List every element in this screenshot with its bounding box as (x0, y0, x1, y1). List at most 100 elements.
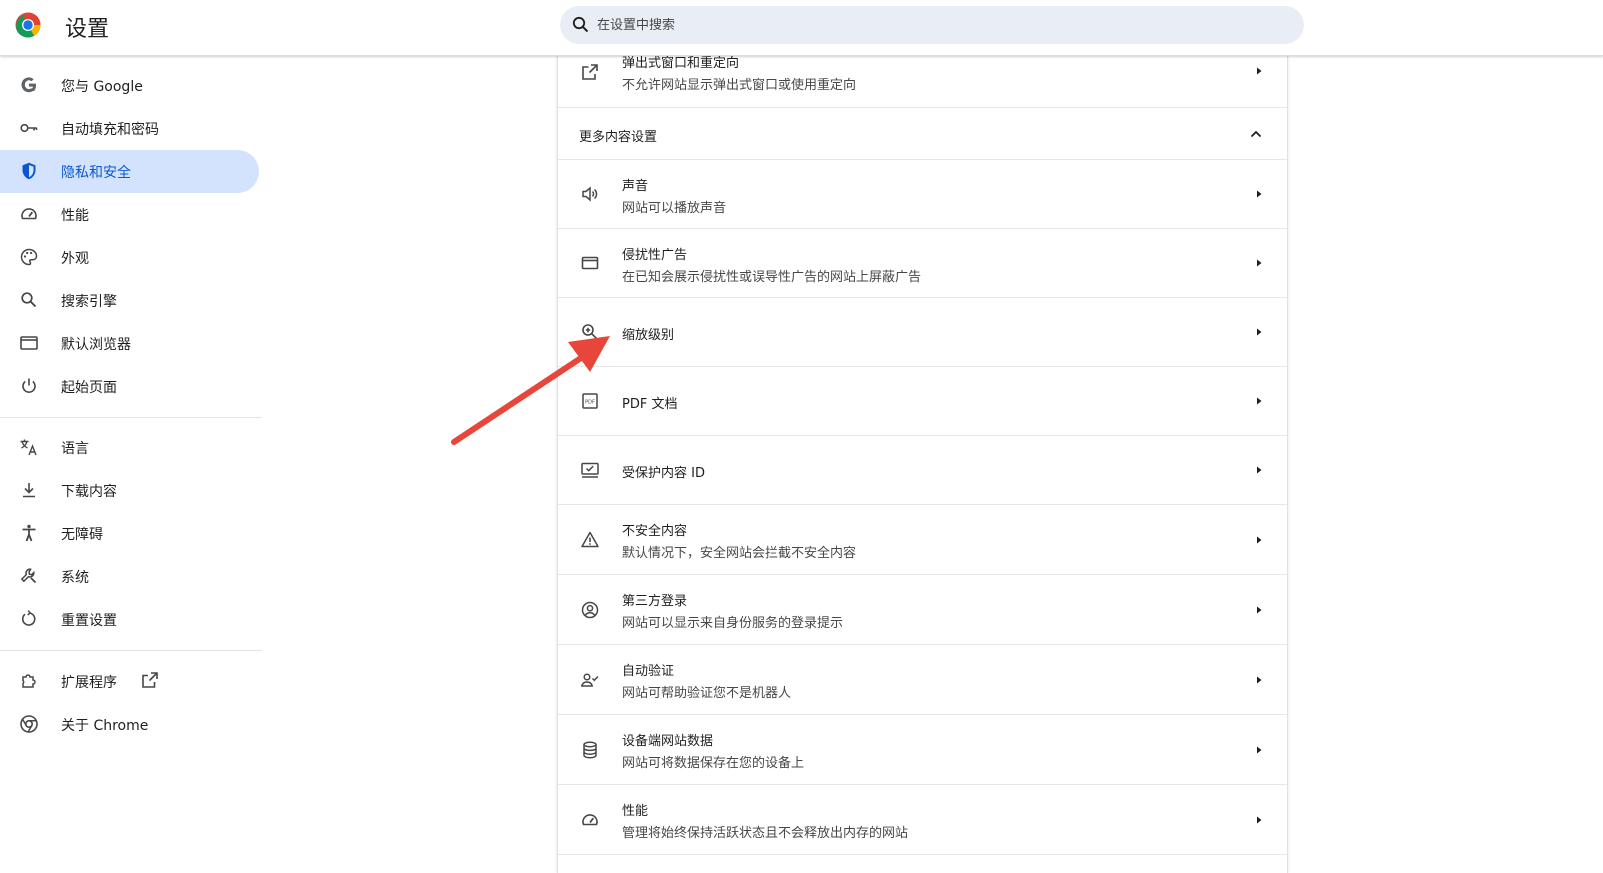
sidebar-item-you-and-google[interactable]: 您与 Google (0, 64, 259, 107)
wrench-icon (19, 566, 39, 586)
row-title: 设备端网站数据 (622, 734, 714, 749)
warning-icon (580, 530, 600, 550)
arrow-right-icon (1254, 675, 1264, 685)
sidebar-item-default-browser[interactable]: 默认浏览器 (0, 322, 259, 365)
palette-icon (19, 247, 39, 267)
ads-window-icon (580, 253, 600, 273)
key-icon (19, 118, 39, 138)
sidebar-item-label: 无障碍 (61, 527, 103, 543)
download-icon (19, 480, 39, 500)
sidebar-item-label: 您与 Google (61, 79, 143, 95)
sidebar-item-label: 语言 (61, 441, 89, 457)
row-subtitle: 网站可帮助验证您不是机器人 (622, 686, 792, 701)
sidebar-item-appearance[interactable]: 外观 (0, 236, 259, 279)
row-title: 性能 (622, 804, 649, 819)
sidebar-item-extensions[interactable]: 扩展程序 (0, 660, 259, 703)
setting-row-on-device-site-data[interactable]: 设备端网站数据 网站可将数据保存在您的设备上 (558, 715, 1287, 785)
sidebar-item-label: 默认浏览器 (61, 337, 131, 353)
setting-row-auto-verify[interactable]: 自动验证 网站可帮助验证您不是机器人 (558, 645, 1287, 715)
setting-row-intrusive-ads[interactable]: 侵扰性广告 在已知会展示侵扰性或误导性广告的网站上屏蔽广告 (558, 229, 1287, 298)
setting-row-sound[interactable]: 声音 网站可以播放声音 (558, 160, 1287, 229)
accessibility-icon (19, 523, 39, 543)
row-subtitle: 默认情况下，安全网站会拦截不安全内容 (622, 546, 857, 561)
database-icon (580, 740, 600, 760)
sidebar-divider (0, 417, 262, 418)
speedometer-icon (580, 810, 600, 830)
sidebar-item-privacy[interactable]: 隐私和安全 (0, 150, 259, 193)
sidebar-item-autofill[interactable]: 自动填充和密码 (0, 107, 259, 150)
row-title: 不安全内容 (622, 524, 688, 539)
section-title: 更多内容设置 (579, 130, 658, 145)
sidebar-item-about-chrome[interactable]: 关于 Chrome (0, 703, 259, 746)
sidebar-item-downloads[interactable]: 下载内容 (0, 469, 259, 512)
arrow-right-icon (1254, 535, 1264, 545)
sidebar-item-label: 起始页面 (61, 380, 117, 396)
row-title: 自动验证 (622, 664, 675, 679)
settings-search-box[interactable] (560, 6, 1304, 44)
sidebar-item-label: 扩展程序 (61, 675, 117, 691)
chrome-logo-icon (15, 12, 41, 38)
setting-row-protected-content[interactable]: 受保护内容 ID (558, 436, 1287, 505)
top-bar: 设置 (0, 0, 1603, 56)
arrow-right-icon (1254, 465, 1264, 475)
row-title: 第三方登录 (622, 594, 688, 609)
row-title: 弹出式窗口和重定向 (622, 56, 740, 71)
sidebar-item-languages[interactable]: 语言 (0, 426, 259, 469)
arrow-right-icon (1254, 396, 1264, 406)
setting-row-popups[interactable]: 弹出式窗口和重定向 不允许网站显示弹出式窗口或使用重定向 (558, 56, 1287, 108)
sidebar-item-label: 下载内容 (61, 484, 117, 500)
person-check-icon (580, 670, 600, 690)
sidebar-item-label: 重置设置 (61, 613, 117, 629)
open-in-new-icon (580, 62, 600, 82)
speedometer-icon (19, 204, 39, 224)
chrome-icon (19, 714, 39, 734)
account-circle-icon (580, 600, 600, 620)
setting-row-zoom-levels[interactable]: 缩放级别 (558, 298, 1287, 367)
annotation-arrow-icon (440, 320, 630, 450)
search-icon (19, 290, 39, 310)
sidebar-item-label: 外观 (61, 251, 89, 267)
arrow-right-icon (1254, 327, 1264, 337)
setting-row-pdf[interactable]: PDF PDF 文档 (558, 367, 1287, 436)
row-title: 侵扰性广告 (622, 248, 688, 263)
volume-icon (580, 184, 600, 204)
shield-icon (19, 161, 39, 181)
sidebar-item-label: 性能 (61, 208, 89, 224)
row-subtitle: 管理将始终保持活跃状态且不会释放出内存的网站 (622, 826, 909, 841)
sidebar-item-search-engine[interactable]: 搜索引擎 (0, 279, 259, 322)
arrow-right-icon (1254, 66, 1264, 76)
row-title: 受保护内容 ID (622, 466, 705, 481)
page-title: 设置 (65, 17, 110, 42)
sidebar-divider (0, 650, 262, 651)
sidebar-nav: 您与 Google 自动填充和密码 隐私和安全 性能 外观 搜索引擎 默认浏览器… (0, 56, 262, 873)
sidebar-item-system[interactable]: 系统 (0, 555, 259, 598)
sidebar-item-startup[interactable]: 起始页面 (0, 365, 259, 408)
power-icon (19, 376, 39, 396)
search-input[interactable] (597, 17, 1247, 33)
sidebar-item-label: 自动填充和密码 (61, 122, 159, 138)
sidebar-item-accessibility[interactable]: 无障碍 (0, 512, 259, 555)
setting-row-insecure-content[interactable]: 不安全内容 默认情况下，安全网站会拦截不安全内容 (558, 505, 1287, 575)
setting-row-performance[interactable]: 性能 管理将始终保持活跃状态且不会释放出内存的网站 (558, 785, 1287, 855)
more-content-settings-header[interactable]: 更多内容设置 (558, 108, 1287, 160)
puzzle-icon (19, 671, 39, 691)
google-g-icon (19, 75, 39, 95)
sidebar-item-reset[interactable]: 重置设置 (0, 598, 259, 641)
sidebar-item-label: 搜索引擎 (61, 294, 117, 310)
arrow-right-icon (1254, 258, 1264, 268)
search-icon (571, 15, 591, 35)
sidebar-item-performance[interactable]: 性能 (0, 193, 259, 236)
row-title: PDF 文档 (622, 397, 678, 412)
arrow-right-icon (1254, 189, 1264, 199)
row-subtitle: 在已知会展示侵扰性或误导性广告的网站上屏蔽广告 (622, 270, 922, 285)
row-subtitle: 网站可将数据保存在您的设备上 (622, 756, 805, 771)
setting-row-third-party-sign-in[interactable]: 第三方登录 网站可以显示来自身份服务的登录提示 (558, 575, 1287, 645)
translate-icon (19, 437, 39, 457)
site-settings-panel: 弹出式窗口和重定向 不允许网站显示弹出式窗口或使用重定向 更多内容设置 声音 网… (557, 56, 1288, 873)
row-subtitle: 网站可以显示来自身份服务的登录提示 (622, 616, 844, 631)
row-subtitle: 网站可以播放声音 (622, 201, 727, 216)
protected-content-icon (580, 460, 600, 480)
chevron-up-icon[interactable] (1248, 126, 1264, 142)
sidebar-item-label: 隐私和安全 (61, 165, 131, 181)
sidebar-item-label: 系统 (61, 570, 89, 586)
